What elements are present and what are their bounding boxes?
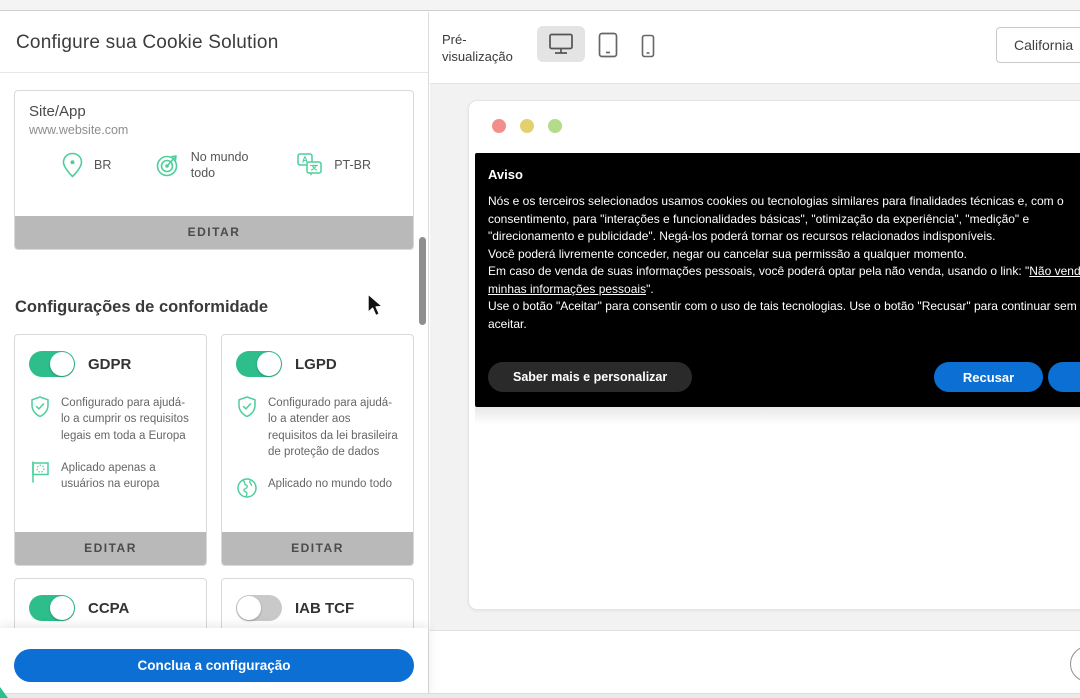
panel-footer: Conclua a configuração bbox=[0, 628, 428, 698]
preview-section: Pré- visualização California bbox=[430, 12, 1080, 698]
banner-lines: Nós e os terceiros selecionados usamos c… bbox=[488, 193, 1080, 333]
tablet-icon bbox=[598, 32, 618, 58]
banner-text-line: minhas informações pessoais". bbox=[488, 281, 1080, 299]
device-desktop-button[interactable] bbox=[537, 26, 585, 62]
preview-label-line1: Pré- bbox=[442, 32, 467, 47]
lgpd-title: LGPD bbox=[295, 356, 337, 373]
finish-configuration-button[interactable]: Conclua a configuração bbox=[14, 649, 414, 682]
locale-language: A PT-BR bbox=[296, 152, 371, 178]
panel-header: Configure sua Cookie Solution bbox=[0, 12, 428, 73]
lgpd-edit-button[interactable]: EDITAR bbox=[222, 532, 413, 565]
preview-label: Pré- visualização bbox=[442, 31, 513, 65]
locale-language-label: PT-BR bbox=[334, 157, 371, 173]
chat-bubble-corner[interactable] bbox=[0, 687, 8, 698]
desktop-icon bbox=[548, 32, 574, 56]
lgpd-item-1: Configurado para ajudá-lo a atender aos … bbox=[236, 395, 399, 460]
page-bottom-strip bbox=[0, 693, 1080, 698]
browser-mockup: Aviso Nós e os terceiros selecionados us… bbox=[468, 100, 1080, 610]
banner-text-line: aceitar. bbox=[488, 316, 1080, 334]
banner-text-line: Use o botão "Aceitar" para consentir com… bbox=[488, 298, 1080, 316]
gdpr-edit-button[interactable]: EDITAR bbox=[15, 532, 206, 565]
do-not-sell-link[interactable]: Não venda bbox=[1029, 264, 1080, 278]
device-mobile-button[interactable] bbox=[640, 34, 656, 58]
ccpa-title: CCPA bbox=[88, 600, 129, 617]
site-app-card: Site/App www.website.com BR No mundo tod… bbox=[14, 90, 414, 250]
help-button[interactable] bbox=[1070, 646, 1080, 682]
mobile-icon bbox=[641, 34, 655, 58]
locale-audience-label: No mundo todo bbox=[191, 149, 253, 182]
preview-toolbar: Pré- visualização California bbox=[430, 12, 1080, 84]
preview-label-line2: visualização bbox=[442, 49, 513, 64]
gdpr-item-1-text: Configurado para ajudá-lo a cumprir os r… bbox=[61, 395, 192, 444]
gdpr-title: GDPR bbox=[88, 356, 131, 373]
reject-button[interactable]: Recusar bbox=[934, 362, 1043, 392]
green-dot-icon bbox=[548, 119, 562, 133]
locale-country: BR bbox=[61, 152, 111, 179]
location-pin-icon bbox=[61, 152, 84, 179]
lgpd-item-2-text: Aplicado no mundo todo bbox=[268, 476, 392, 500]
locale-audience: No mundo todo bbox=[155, 149, 253, 182]
panel-scrollbar[interactable] bbox=[419, 237, 426, 325]
gdpr-item-1: Configurado para ajudá-lo a cumprir os r… bbox=[29, 395, 192, 444]
traffic-lights bbox=[492, 119, 562, 133]
gdpr-toggle[interactable] bbox=[29, 351, 75, 377]
target-icon bbox=[155, 152, 181, 178]
banner-shadow bbox=[475, 407, 1080, 425]
shield-check-icon bbox=[29, 395, 51, 419]
iab-tcf-toggle[interactable] bbox=[236, 595, 282, 621]
lgpd-item-1-text: Configurado para ajudá-lo a atender aos … bbox=[268, 395, 399, 460]
yellow-dot-icon bbox=[520, 119, 534, 133]
gdpr-item-2-text: Aplicado apenas a usuários na europa bbox=[61, 460, 192, 493]
site-app-label: Site/App bbox=[29, 103, 86, 120]
ccpa-toggle[interactable] bbox=[29, 595, 75, 621]
iab-tcf-title: IAB TCF bbox=[295, 600, 354, 617]
globe-icon bbox=[236, 476, 258, 500]
do-not-sell-link[interactable]: minhas informações pessoais bbox=[488, 282, 646, 296]
locale-country-label: BR bbox=[94, 157, 111, 173]
lgpd-item-2: Aplicado no mundo todo bbox=[236, 476, 399, 500]
learn-more-button[interactable]: Saber mais e personalizar bbox=[488, 362, 692, 392]
red-dot-icon bbox=[492, 119, 506, 133]
region-selector[interactable]: California bbox=[996, 27, 1080, 63]
page-title: Configure sua Cookie Solution bbox=[16, 32, 278, 54]
lgpd-toggle[interactable] bbox=[236, 351, 282, 377]
gdpr-card: GDPR Configurado para ajudá-lo a cumprir… bbox=[14, 334, 207, 566]
eu-flag-icon bbox=[29, 460, 51, 484]
lgpd-card: LGPD Configurado para ajudá-lo a atender… bbox=[221, 334, 414, 566]
device-tablet-button[interactable] bbox=[597, 32, 619, 58]
configuration-panel: Configure sua Cookie Solution Site/App w… bbox=[0, 12, 429, 698]
page-top-strip bbox=[0, 0, 1080, 11]
compliance-heading: Configurações de conformidade bbox=[15, 298, 268, 317]
gdpr-item-2: Aplicado apenas a usuários na europa bbox=[29, 460, 192, 493]
site-url: www.website.com bbox=[29, 123, 128, 137]
banner-text-line: "direcionamento e publicidade". Negá-los… bbox=[488, 228, 1080, 246]
banner-text-line: Nós e os terceiros selecionados usamos c… bbox=[488, 193, 1080, 211]
accept-button[interactable]: Aceitar bbox=[1048, 362, 1080, 392]
site-edit-button[interactable]: EDITAR bbox=[15, 216, 413, 249]
banner-text-line: Em caso de venda de suas informações pes… bbox=[488, 263, 1080, 281]
banner-text-line: consentimento, para "interações e funcio… bbox=[488, 211, 1080, 229]
shield-check-icon bbox=[236, 395, 258, 419]
cookie-banner: Aviso Nós e os terceiros selecionados us… bbox=[475, 153, 1080, 407]
banner-text-line: Você poderá livremente conceder, negar o… bbox=[488, 246, 1080, 264]
site-locales: BR No mundo todo A PT- bbox=[15, 149, 413, 182]
translate-icon: A bbox=[296, 152, 324, 178]
preview-footer bbox=[430, 630, 1080, 698]
preview-area: Aviso Nós e os terceiros selecionados us… bbox=[430, 84, 1080, 630]
banner-title: Aviso bbox=[488, 167, 1080, 182]
